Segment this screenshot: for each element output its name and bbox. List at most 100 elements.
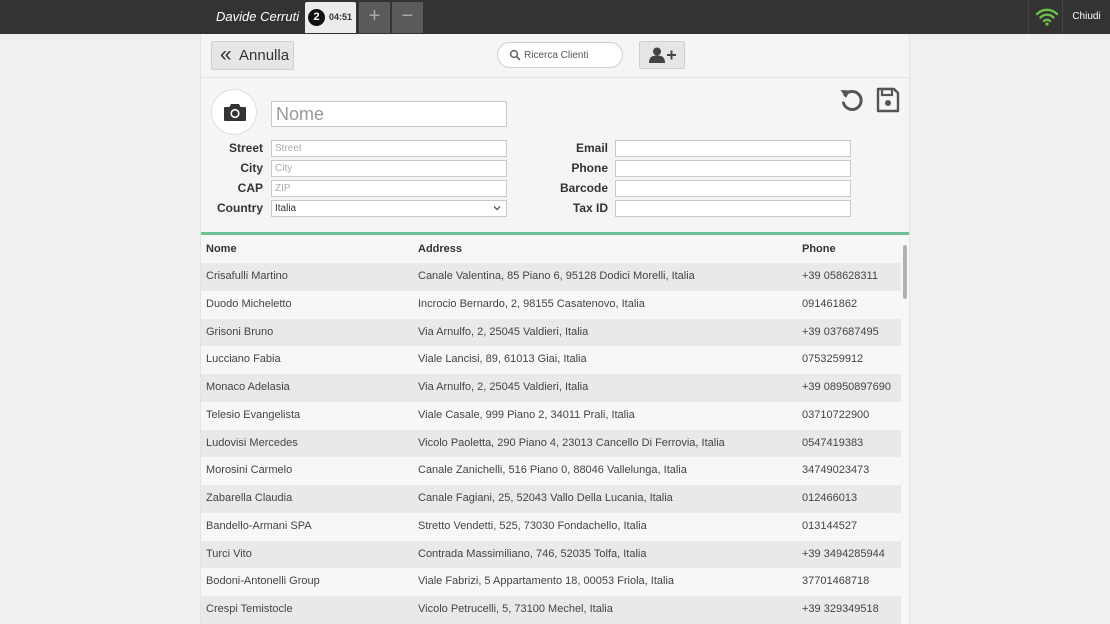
- table-row[interactable]: Lucciano Fabia Viale Lancisi, 89, 61013 G…: [201, 346, 901, 374]
- chevron-down-icon: [493, 206, 501, 211]
- undo-icon[interactable]: [839, 86, 865, 114]
- cell-name: Crisafulli Martino: [206, 270, 288, 282]
- double-chevron-left-icon: «: [220, 43, 232, 66]
- table-body: Crisafulli Martino Canale Valentina, 85 P…: [201, 263, 901, 624]
- customer-table: Nome Address Phone Crisafulli Martino Can…: [201, 232, 909, 624]
- cell-name: Zabarella Claudia: [206, 492, 293, 504]
- cell-address: Vicolo Paoletta, 290 Piano 4, 23013 Canc…: [418, 436, 725, 449]
- cell-address: Viale Casale, 999 Piano 2, 34011 Prali, …: [418, 408, 635, 421]
- cap-label: CAP: [237, 181, 263, 195]
- cell-address: Canale Valentina, 85 Piano 6, 95128 Dodi…: [418, 270, 695, 282]
- cell-phone: 03710722900: [802, 408, 870, 421]
- table-row[interactable]: Morosini Carmelo Canale Zanichelli, 516 P…: [201, 457, 901, 485]
- cell-phone: 34749023473: [802, 464, 870, 477]
- save-icon[interactable]: [876, 87, 900, 113]
- name-field[interactable]: [271, 101, 507, 127]
- email-label: Email: [575, 141, 608, 155]
- tax-id-label: Tax ID: [572, 201, 608, 215]
- cell-name: Crespi Temistocle: [206, 603, 293, 615]
- customer-search[interactable]: [497, 42, 623, 68]
- table-row[interactable]: Ludovisi Mercedes Vicolo Paoletta, 290 Pi…: [201, 429, 901, 458]
- table-row[interactable]: Telesio Evangelista Viale Casale, 999 Pia…: [201, 401, 901, 430]
- cell-phone: 091461862: [802, 297, 858, 310]
- cell-name: Grisoni Bruno: [206, 325, 274, 338]
- cell-name: Duodo Micheletto: [206, 297, 292, 310]
- wifi-icon: [1035, 8, 1059, 26]
- scrollbar[interactable]: [903, 245, 907, 299]
- cell-name: Monaco Adelasia: [206, 381, 290, 393]
- table-row[interactable]: Duodo Micheletto Incrocio Bernardo, 2, 98…: [201, 290, 901, 319]
- phone-field[interactable]: [615, 160, 851, 177]
- city-label: City: [240, 161, 263, 175]
- table-row[interactable]: Bodoni-Antonelli Group Viale Fabrizi, 5 A…: [201, 568, 901, 596]
- cell-address: Canale Zanichelli, 516 Piano 0, 88046 Va…: [418, 464, 687, 477]
- cell-address: Via Arnulfo, 2, 25045 Valdieri, Italia: [418, 325, 589, 338]
- cell-phone: 0547419383: [802, 436, 864, 449]
- cell-phone: +39 08950897690: [802, 381, 892, 393]
- cancel-label: Annulla: [239, 47, 290, 64]
- cell-phone: +39 329349518: [802, 603, 879, 615]
- cell-address: Viale Fabrizi, 5 Appartamento 18, 00053 …: [418, 575, 675, 588]
- search-icon: [509, 49, 521, 61]
- cell-name: Morosini Carmelo: [206, 464, 293, 477]
- table-header: Nome Address Phone: [201, 235, 901, 263]
- country-label: Country: [217, 201, 263, 215]
- table-row[interactable]: Monaco Adelasia Via Arnulfo, 2, 25045 Val…: [201, 374, 901, 402]
- table-row[interactable]: Grisoni Bruno Via Arnulfo, 2, 25045 Valdi…: [201, 318, 901, 347]
- cell-phone: 013144527: [802, 519, 858, 532]
- cell-address: Viale Lancisi, 89, 61013 Giai, Italia: [418, 353, 587, 366]
- phone-label: Phone: [571, 161, 608, 175]
- city-field[interactable]: [271, 160, 507, 177]
- country-value: Italia: [275, 203, 297, 214]
- column-header-name[interactable]: Nome: [206, 235, 237, 263]
- table-row[interactable]: Crespi Temistocle Vicolo Petrucelli, 5, 7…: [201, 596, 901, 624]
- close-button[interactable]: Chiudi: [1063, 0, 1110, 34]
- tax-id-field[interactable]: [615, 200, 851, 217]
- table-row[interactable]: Bandello-Armani SPA Stretto Vendetti, 525…: [201, 512, 901, 541]
- cell-address: Canale Fagiani, 25, 52043 Vallo Della Lu…: [418, 492, 673, 504]
- tab-sale-2[interactable]: 2 04:51: [305, 2, 356, 33]
- cell-name: Turci Vito: [206, 547, 252, 560]
- tab-number-badge: 2: [308, 9, 325, 26]
- column-header-phone[interactable]: Phone: [802, 235, 836, 263]
- table-row[interactable]: Zabarella Claudia Canale Fagiani, 25, 520…: [201, 485, 901, 513]
- cell-name: Lucciano Fabia: [206, 353, 281, 366]
- cell-address: Stretto Vendetti, 525, 73030 Fondachello…: [418, 519, 647, 532]
- column-header-address[interactable]: Address: [418, 235, 462, 263]
- cell-name: Telesio Evangelista: [206, 408, 301, 421]
- cell-phone: 012466013: [802, 492, 858, 504]
- add-user-icon: [649, 47, 676, 63]
- table-row[interactable]: Crisafulli Martino Canale Valentina, 85 P…: [201, 263, 901, 291]
- camera-icon: [224, 104, 246, 121]
- zip-field[interactable]: [271, 180, 507, 197]
- cell-phone: +39 037687495: [802, 325, 879, 338]
- cell-name: Ludovisi Mercedes: [206, 436, 298, 449]
- panel-header: « Annulla: [201, 34, 909, 78]
- street-label: Street: [228, 141, 263, 155]
- cancel-button[interactable]: « Annulla: [211, 41, 294, 70]
- email-field[interactable]: [615, 140, 851, 157]
- customer-panel: « Annulla Ricerca Clienti Nome Street St…: [200, 34, 910, 624]
- street-field[interactable]: [271, 140, 507, 157]
- user-name: Davide Cerruti: [216, 9, 300, 24]
- table-row[interactable]: Turci Vito Contrada Massimiliano, 746, 52…: [201, 540, 901, 569]
- cell-address: Vicolo Petrucelli, 5, 73100 Mechel, Ital…: [418, 603, 613, 615]
- cell-phone: +39 058628311: [802, 270, 878, 282]
- tab-time: 04:51: [329, 12, 353, 22]
- cell-name: Bandello-Armani SPA: [206, 519, 312, 532]
- cell-address: Incrocio Bernardo, 2, 98155 Casatenovo, …: [418, 297, 645, 310]
- barcode-field[interactable]: [615, 180, 851, 197]
- divider: [1028, 0, 1029, 34]
- cell-name: Bodoni-Antonelli Group: [206, 575, 320, 588]
- add-tab-button[interactable]: +: [359, 2, 390, 33]
- add-customer-button[interactable]: [639, 41, 685, 69]
- country-select[interactable]: Italia: [271, 200, 507, 217]
- cell-phone: +39 3494285944: [802, 547, 885, 560]
- barcode-label: Barcode: [559, 181, 608, 195]
- cell-address: Contrada Massimiliano, 746, 52035 Tolfa,…: [418, 547, 647, 560]
- customer-form: Street City CAP Country Italia Email Pho…: [201, 79, 909, 232]
- cell-phone: 0753259912: [802, 353, 864, 366]
- search-input[interactable]: [524, 46, 616, 64]
- remove-tab-button[interactable]: −: [392, 2, 423, 33]
- photo-button[interactable]: [211, 89, 257, 135]
